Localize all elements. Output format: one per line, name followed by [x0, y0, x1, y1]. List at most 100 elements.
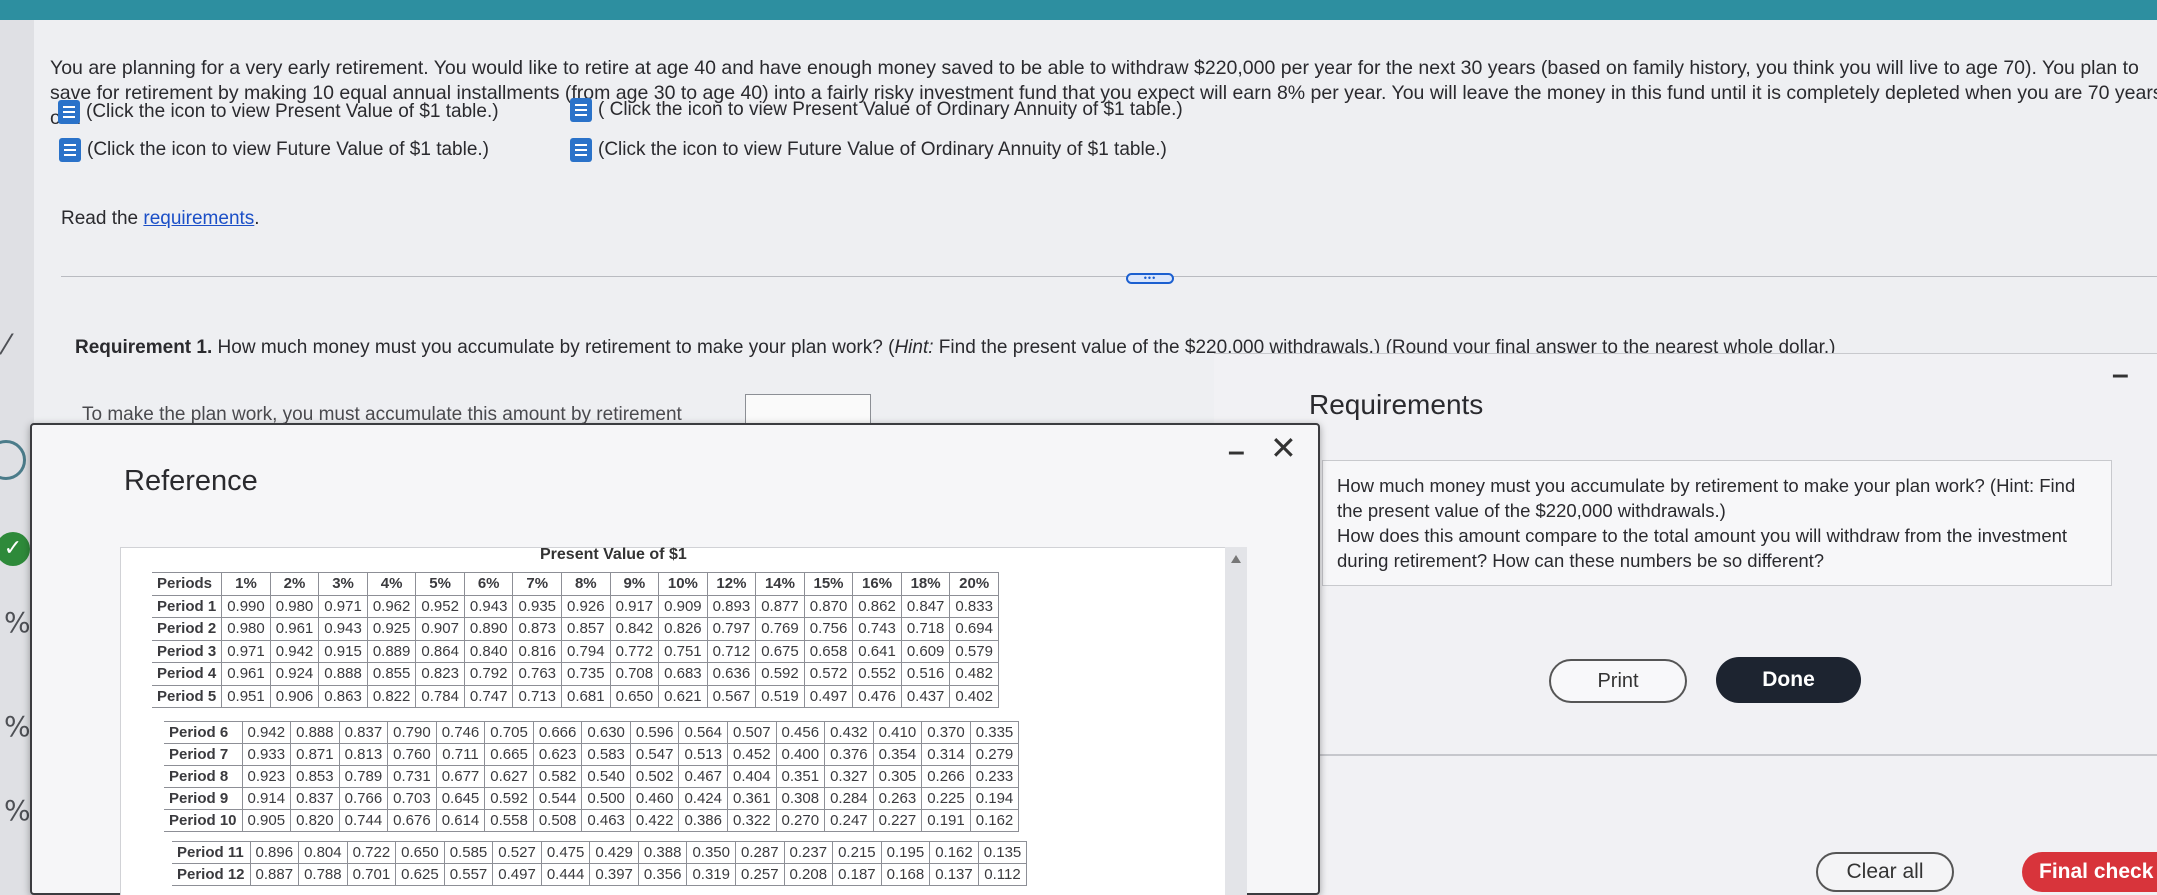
pvoa-table-link-text[interactable]: ( Click the icon to view Present Value o… — [598, 99, 1183, 121]
pv-factor-cell: 0.544 — [532, 787, 583, 810]
pv-factor-cell: 0.837 — [338, 721, 389, 744]
table-row: Period 5 0.951 0.906 0.863 0.822 0.784 0.747 0.… — [152, 684, 999, 708]
pv-factor-cell: 0.990 — [221, 594, 271, 618]
pv-factor-cell: 0.943 — [463, 594, 514, 618]
pv-factor-cell: 0.540 — [581, 765, 631, 788]
reference-title: Reference — [124, 465, 258, 497]
pv-factor-cell: 0.388 — [637, 841, 688, 864]
period-label: Period 10 — [164, 809, 243, 832]
pv-factor-cell: 0.896 — [249, 841, 300, 864]
pvoa-table-link[interactable]: ( Click the icon to view Present Value o… — [570, 98, 1183, 122]
table-book-icon[interactable] — [570, 98, 592, 122]
pv-factor-cell: 0.906 — [269, 684, 320, 708]
pv-table-periods-6-10: Period 6 0.942 0.888 0.837 0.790 0.746 0.705 0.… — [164, 721, 1020, 832]
pv-factor-cell: 0.926 — [561, 594, 611, 618]
table-book-icon[interactable] — [59, 138, 81, 162]
print-button[interactable]: Print — [1549, 659, 1687, 703]
close-icon[interactable]: ✕ — [1270, 429, 1297, 467]
pv-factor-cell: 0.826 — [658, 617, 708, 641]
requirements-minimize-button[interactable]: – — [2112, 358, 2129, 392]
pv-factor-cell: 0.558 — [484, 809, 534, 832]
final-check-button[interactable]: Final check — [2022, 852, 2157, 892]
hint-label: Hint: — [894, 337, 934, 358]
pv-factor-cell: 0.327 — [824, 765, 874, 788]
pv-factor-cell: 0.766 — [338, 787, 389, 810]
pv-factor-cell: 0.744 — [338, 809, 389, 832]
pv-factor-cell: 0.935 — [512, 594, 563, 618]
reference-scrollbar[interactable] — [1225, 547, 1247, 895]
pv-factor-cell: 0.625 — [395, 863, 445, 886]
pv-factor-cell: 0.713 — [512, 684, 563, 708]
pv-factor-cell: 0.708 — [609, 662, 660, 686]
partial-credit-icon[interactable]: % — [4, 794, 31, 827]
requirement-label: Requirement 1. — [75, 337, 213, 358]
partial-credit-icon[interactable]: % — [4, 710, 31, 743]
completed-check-icon[interactable]: ✓ — [0, 532, 30, 566]
partial-credit-icon[interactable]: ⁄ — [4, 328, 9, 361]
period-label: Period 2 — [152, 617, 223, 641]
requirements-link[interactable]: requirements — [143, 208, 254, 229]
minimize-button[interactable]: – — [1228, 435, 1245, 469]
pv-factor-cell: 0.971 — [221, 639, 271, 663]
partial-credit-icon[interactable]: % — [4, 606, 31, 639]
answer-input[interactable] — [745, 394, 871, 424]
table-book-icon[interactable] — [570, 138, 592, 162]
pv-factor-cell: 0.772 — [609, 639, 660, 663]
pv-factor-cell: 0.284 — [824, 787, 874, 810]
column-header-rate: 9% — [609, 572, 660, 596]
pv-factor-cell: 0.370 — [921, 721, 971, 744]
pv-factor-cell: 0.746 — [435, 721, 486, 744]
table-book-icon[interactable] — [58, 100, 80, 124]
pv-factor-cell: 0.666 — [532, 721, 583, 744]
pv-factor-cell: 0.864 — [415, 639, 465, 663]
requirement-item: How does this amount compare to the tota… — [1337, 525, 2068, 571]
table-row: Period 4 0.961 0.924 0.888 0.855 0.823 0.792 0.… — [152, 662, 999, 686]
period-label: Period 11 — [172, 841, 251, 864]
pv-factor-cell: 0.233 — [969, 765, 1020, 788]
fvoa-table-link-text[interactable]: (Click the icon to view Future Value of … — [598, 139, 1167, 161]
fvoa-table-link[interactable]: (Click the icon to view Future Value of … — [570, 138, 1167, 162]
fv-table-link-text[interactable]: (Click the icon to view Future Value of … — [87, 139, 489, 161]
table-row: Period 12 0.887 0.788 0.701 0.625 0.557 0.497 0… — [172, 863, 1028, 886]
pv-factor-cell: 0.942 — [269, 639, 320, 663]
table-title: Present Value of $1 — [540, 546, 687, 563]
column-header-rate: 8% — [561, 572, 611, 596]
pv-factor-cell: 0.361 — [727, 787, 777, 810]
period-label: Period 3 — [152, 639, 223, 663]
period-label: Period 7 — [164, 743, 243, 766]
pv-table-link[interactable]: (Click the icon to view Present Value of… — [58, 100, 499, 124]
pv-factor-cell: 0.162 — [929, 841, 979, 864]
pv-factor-cell: 0.980 — [269, 594, 320, 618]
pv-factor-cell: 0.980 — [221, 617, 271, 641]
pv-factor-cell: 0.567 — [706, 684, 757, 708]
fv-table-link[interactable]: (Click the icon to view Future Value of … — [59, 138, 489, 162]
done-button[interactable]: Done — [1716, 657, 1861, 703]
clear-all-button[interactable]: Clear all — [1816, 852, 1954, 892]
pv-factor-cell: 0.356 — [637, 863, 688, 886]
table-row: Period 11 0.896 0.804 0.722 0.650 0.585 0.527 0… — [172, 841, 1028, 864]
pv-factor-cell: 0.971 — [318, 594, 368, 618]
pv-factor-cell: 0.887 — [249, 863, 300, 886]
pv-factor-cell: 0.500 — [581, 787, 631, 810]
pv-table-link-text[interactable]: (Click the icon to view Present Value of… — [86, 101, 499, 123]
pv-factor-cell: 0.951 — [221, 684, 271, 708]
column-header-rate: 14% — [755, 572, 805, 596]
pv-factor-cell: 0.917 — [609, 594, 660, 618]
pv-factor-cell: 0.502 — [629, 765, 680, 788]
pv-factor-cell: 0.853 — [290, 765, 340, 788]
pv-factor-cell: 0.909 — [658, 594, 708, 618]
pv-factor-cell: 0.722 — [346, 841, 397, 864]
requirement-text: How much money must you accumulate by re… — [212, 337, 895, 358]
pv-factor-cell: 0.816 — [512, 639, 563, 663]
expand-more-button[interactable]: ••• — [1126, 273, 1174, 284]
pv-factor-cell: 0.705 — [484, 721, 534, 744]
read-prefix: Read the — [61, 208, 144, 229]
pv-factor-cell: 0.507 — [727, 721, 777, 744]
pv-factor-cell: 0.266 — [921, 765, 971, 788]
pv-factor-cell: 0.237 — [783, 841, 834, 864]
pv-factor-cell: 0.279 — [969, 743, 1020, 766]
pv-factor-cell: 0.822 — [366, 684, 417, 708]
pv-factor-cell: 0.952 — [415, 594, 465, 618]
column-header-rate: 10% — [658, 572, 708, 596]
pv-factor-cell: 0.924 — [269, 662, 320, 686]
